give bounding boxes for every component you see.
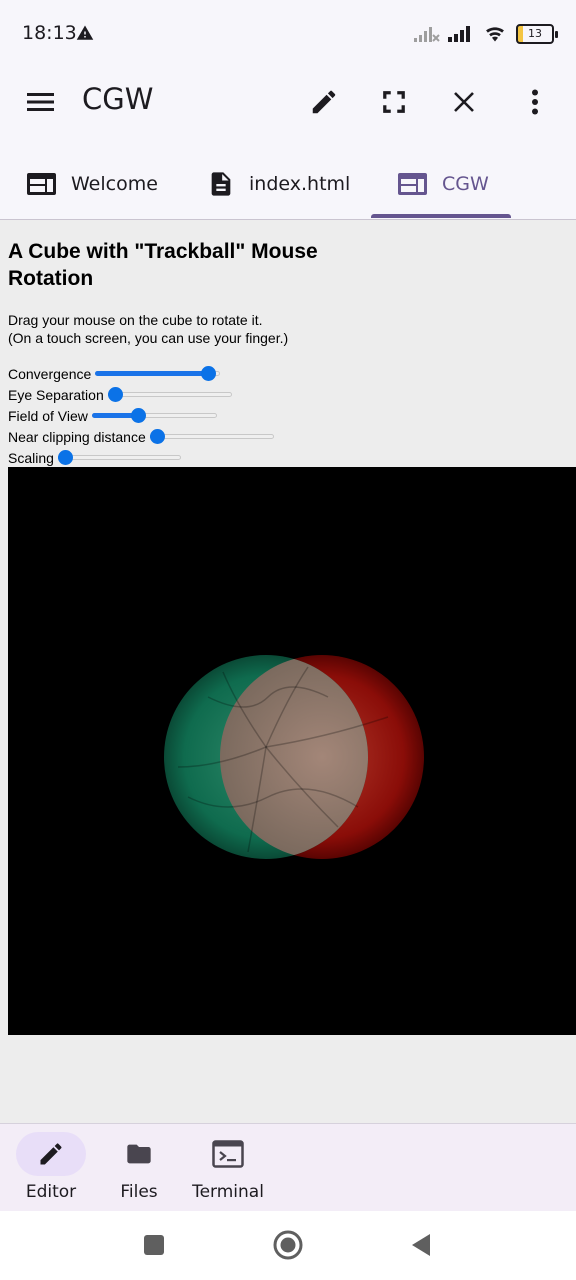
menu-icon[interactable] <box>23 84 59 120</box>
nav-label: Editor <box>25 1182 77 1202</box>
control-label: Field of View <box>8 408 88 424</box>
description-icon <box>211 171 231 196</box>
slider-track <box>107 392 232 397</box>
tab-index-html[interactable]: index.html <box>207 148 350 219</box>
control-label: Near clipping distance <box>8 429 146 445</box>
app-title: CGW <box>82 82 154 116</box>
slider-thumb[interactable] <box>200 366 216 381</box>
tab-label: CGW <box>442 172 489 195</box>
slider-track <box>57 455 181 460</box>
anaglyph-render <box>164 655 424 859</box>
close-icon[interactable] <box>446 84 482 120</box>
back-icon[interactable] <box>409 1233 433 1257</box>
slider-thumb[interactable] <box>57 450 73 465</box>
description-line: Drag your mouse on the cube to rotate it… <box>8 312 263 328</box>
tab-cgw[interactable]: CGW <box>397 148 489 219</box>
nav-label: Terminal <box>192 1182 264 1202</box>
signal-no-service-icon <box>414 27 440 42</box>
nav-pill <box>104 1132 174 1176</box>
recents-icon[interactable] <box>142 1233 166 1257</box>
near-clipping-slider[interactable] <box>149 427 274 447</box>
field-of-view-slider[interactable] <box>91 406 217 426</box>
nav-pill <box>193 1132 263 1176</box>
terminal-icon <box>212 1140 244 1168</box>
status-bar: 18:13 13 <box>0 0 576 64</box>
more-vert-icon[interactable] <box>517 84 553 120</box>
file-tabs: Welcome index.html CGW <box>0 148 576 220</box>
page-heading: A Cube with "Trackball" Mouse Rotation <box>8 240 318 290</box>
description-line: (On a touch screen, you can use your fin… <box>8 330 289 346</box>
alert-icon <box>76 25 94 40</box>
control-near-clipping: Near clipping distance <box>8 427 274 447</box>
nav-pill <box>16 1132 86 1176</box>
status-icons: 13 <box>414 22 558 46</box>
slider-thumb[interactable] <box>107 387 123 402</box>
control-label: Eye Separation <box>8 387 104 403</box>
eye-separation-slider[interactable] <box>107 385 232 405</box>
control-label: Scaling <box>8 450 54 466</box>
web-preview[interactable]: A Cube with "Trackball" Mouse Rotation D… <box>0 220 576 1123</box>
nav-label: Files <box>120 1182 158 1202</box>
control-label: Convergence <box>8 366 92 382</box>
status-time: 18:13 <box>22 22 77 44</box>
tab-label: Welcome <box>71 172 158 195</box>
nav-editor[interactable]: Editor <box>6 1132 96 1208</box>
system-nav-bar <box>0 1211 576 1280</box>
tab-label: index.html <box>249 172 351 195</box>
control-field-of-view: Field of View <box>8 406 217 426</box>
nav-terminal[interactable]: Terminal <box>183 1132 273 1208</box>
web-icon <box>398 172 427 195</box>
webgl-canvas[interactable] <box>8 467 576 1035</box>
control-scaling: Scaling <box>8 448 181 468</box>
control-convergence: Convergence <box>8 364 221 384</box>
web-icon <box>27 172 56 195</box>
convergence-slider[interactable] <box>95 364 221 384</box>
folder-icon <box>127 1144 151 1164</box>
fullscreen-icon[interactable] <box>376 84 412 120</box>
battery-icon: 13 <box>516 24 558 44</box>
slider-track <box>149 434 274 439</box>
app-bar: CGW <box>0 64 576 140</box>
edit-icon <box>40 1143 62 1165</box>
control-eye-separation: Eye Separation <box>8 385 232 405</box>
active-tab-indicator <box>371 214 511 218</box>
page-description: Drag your mouse on the cube to rotate it… <box>8 311 288 347</box>
slider-fill <box>95 371 208 376</box>
scaling-slider[interactable] <box>57 448 181 468</box>
wifi-icon <box>486 27 504 42</box>
nav-files[interactable]: Files <box>94 1132 184 1208</box>
slider-thumb[interactable] <box>130 408 146 423</box>
signal-icon <box>448 26 470 42</box>
edit-icon[interactable] <box>306 84 342 120</box>
tab-welcome[interactable]: Welcome <box>26 148 158 219</box>
home-icon[interactable] <box>272 1229 304 1261</box>
slider-thumb[interactable] <box>149 429 165 444</box>
bottom-nav: Editor Files Terminal <box>0 1123 576 1212</box>
